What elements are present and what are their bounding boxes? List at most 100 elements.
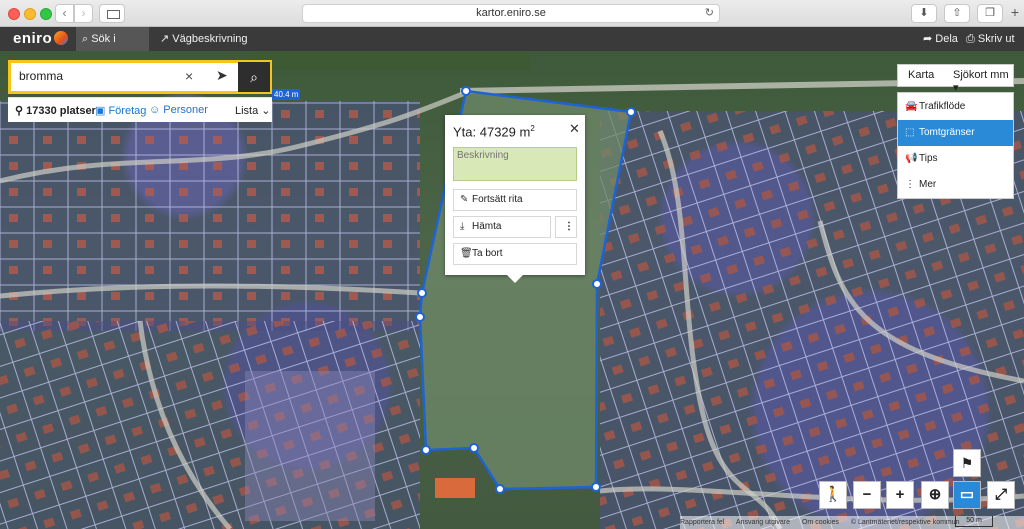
plot-boundary-icon: ⬚: [905, 127, 915, 138]
description-field[interactable]: [453, 147, 577, 181]
search-icon: ⌕: [82, 33, 92, 45]
route-tab[interactable]: ↗ Vägbeskrivning: [154, 27, 254, 51]
layer-plot-boundaries[interactable]: ⬚ Tomtgränser: [898, 120, 1013, 146]
print-button[interactable]: ⎙ Skriv ut: [960, 27, 1021, 51]
share-arrow-icon: ➦: [923, 33, 936, 45]
minus-icon: −: [862, 486, 872, 503]
map-type-karta[interactable]: Karta: [908, 69, 934, 81]
plus-icon: +: [895, 486, 905, 503]
download-icon[interactable]: ⬇: [911, 4, 937, 23]
fetch-label: Hämta: [472, 221, 502, 232]
logo-mark-icon: [54, 31, 69, 45]
results-count[interactable]: ⚲ 17330 platser: [15, 104, 96, 117]
copyright-text: © Lantmäteriet/respektive kommun: [850, 519, 960, 526]
people-icon: ☺: [149, 104, 164, 116]
map-type-selected: Sjökort mm: [953, 69, 1009, 81]
expand-icon: ⤢: [994, 486, 1007, 503]
area-unit-exponent: 2: [530, 124, 535, 133]
new-tab-icon[interactable]: +: [1008, 4, 1022, 23]
back-button[interactable]: ‹: [55, 4, 74, 23]
delete-button[interactable]: 🗑Ta bort: [453, 243, 577, 265]
share-label: Dela: [935, 33, 958, 45]
magnifier-icon: ⌕: [250, 69, 258, 85]
layers-menu: 🚘 Trafikflöde ⬚ Tomtgränser 📢 Tips ⋮ Mer: [897, 92, 1014, 199]
address-bar[interactable]: kartor.eniro.se ↻: [302, 4, 720, 23]
clear-icon[interactable]: ×: [185, 68, 193, 84]
car-icon: 🚘: [905, 101, 918, 112]
continue-drawing-label: Fortsätt rita: [472, 194, 523, 205]
pin-icon: ⚑: [960, 455, 974, 471]
green-strip: [250, 51, 530, 71]
distance-tag: 40.4 m: [272, 89, 301, 100]
search-map-tab[interactable]: ⌕ Sök i kartan: [76, 27, 149, 69]
cookies-link[interactable]: Om cookies: [802, 519, 839, 526]
publisher-link[interactable]: Ansvarig utgivare: [736, 519, 790, 526]
layer-traffic-label: Trafikflöde: [919, 101, 966, 112]
layer-more-label: Mer: [919, 179, 937, 190]
pin-icon: ⚲: [15, 105, 27, 117]
report-link[interactable]: Rapportera fel: [680, 519, 724, 526]
sidebar-toggle-icon[interactable]: [99, 4, 125, 23]
map-type-dropdown[interactable]: Sjökort mm ▾: [953, 69, 1013, 94]
browser-chrome: ‹ › kartor.eniro.se ↻ ⬇ ⇧ ❐ +: [0, 0, 1024, 27]
school-area: [245, 371, 375, 521]
layer-traffic[interactable]: 🚘 Trafikflöde: [898, 94, 1013, 120]
results-bar: ⚲ 17330 platser ▣ Företag ☺ Personer Lis…: [8, 97, 272, 122]
more-vertical-icon: ⋮: [905, 179, 915, 190]
companies-label: Företag: [108, 105, 147, 117]
chevron-down-icon: ⌄: [258, 105, 271, 117]
logo-text: eniro: [13, 30, 53, 47]
layer-tips[interactable]: 📢 Tips: [898, 146, 1013, 172]
app-header: eniro ⌕ Sök i kartan ↗ Vägbeskrivning ➦ …: [0, 27, 1024, 69]
reload-icon[interactable]: ↻: [705, 5, 714, 22]
zoom-in-button[interactable]: +: [886, 481, 914, 509]
fetch-button[interactable]: ⤓ Hämta: [453, 216, 551, 238]
person-icon: 🚶: [823, 486, 843, 503]
share-icon[interactable]: ⇧: [944, 4, 970, 23]
search-button[interactable]: ⌕: [238, 62, 270, 92]
layer-more[interactable]: ⋮ Mer: [898, 172, 1013, 198]
fullscreen-button[interactable]: ⤢: [987, 481, 1015, 509]
eniro-logo[interactable]: eniro: [13, 30, 69, 47]
route-icon: ↗: [160, 33, 173, 45]
close-window-button[interactable]: [8, 8, 20, 20]
url-text: kartor.eniro.se: [476, 7, 546, 19]
ruler-icon: ▭: [959, 486, 975, 503]
minimize-window-button[interactable]: [24, 8, 36, 20]
orange-building: [435, 478, 475, 498]
delete-label: Ta bort: [472, 248, 503, 259]
street-view-button[interactable]: 🚶: [819, 481, 847, 509]
more-options-button[interactable]: ⋮: [555, 216, 577, 238]
people-link[interactable]: ☺ Personer: [149, 104, 208, 116]
briefcase-icon: ▣: [95, 105, 109, 117]
people-label: Personer: [163, 104, 208, 116]
search-input[interactable]: [19, 69, 169, 83]
scale-bar: 50 m: [955, 516, 993, 527]
layer-tips-label: Tips: [919, 153, 938, 164]
area-popup: Yta: 47329 m2 ✕ ✎Fortsätt rita ⤓Hämta ⋮ …: [445, 115, 585, 283]
pin-drop-button[interactable]: ⚑: [953, 449, 981, 477]
forward-button[interactable]: ›: [74, 4, 93, 23]
measure-button[interactable]: ▭: [953, 481, 981, 509]
zoom-out-button[interactable]: −: [853, 481, 881, 509]
locate-arrow-icon[interactable]: ➤: [216, 67, 228, 84]
companies-link[interactable]: ▣ Företag: [95, 104, 146, 117]
maximize-window-button[interactable]: [40, 8, 52, 20]
search-box: × ➤ ⌕: [8, 60, 272, 94]
area-value: Yta: 47329 m: [453, 124, 531, 140]
print-label: Skriv ut: [977, 33, 1015, 45]
close-icon[interactable]: ✕: [569, 121, 580, 137]
map-type-selector: Karta Sjökort mm ▾: [897, 64, 1014, 94]
tabs-icon[interactable]: ❐: [977, 4, 1003, 23]
continue-drawing-button[interactable]: ✎ Fortsätt rita: [453, 189, 577, 211]
share-button[interactable]: ➦ Dela: [917, 27, 964, 51]
results-count-label: 17330 platser: [26, 105, 96, 117]
route-label: Vägbeskrivning: [172, 33, 248, 45]
download-icon: ⤓: [460, 221, 465, 232]
megaphone-icon: 📢: [905, 153, 918, 164]
list-label: Lista: [235, 105, 259, 117]
layer-plots-label: Tomtgränser: [919, 127, 975, 138]
my-location-button[interactable]: ⊕: [921, 481, 949, 509]
printer-icon: ⎙: [966, 33, 978, 45]
list-toggle[interactable]: Lista ⌄: [235, 104, 271, 117]
